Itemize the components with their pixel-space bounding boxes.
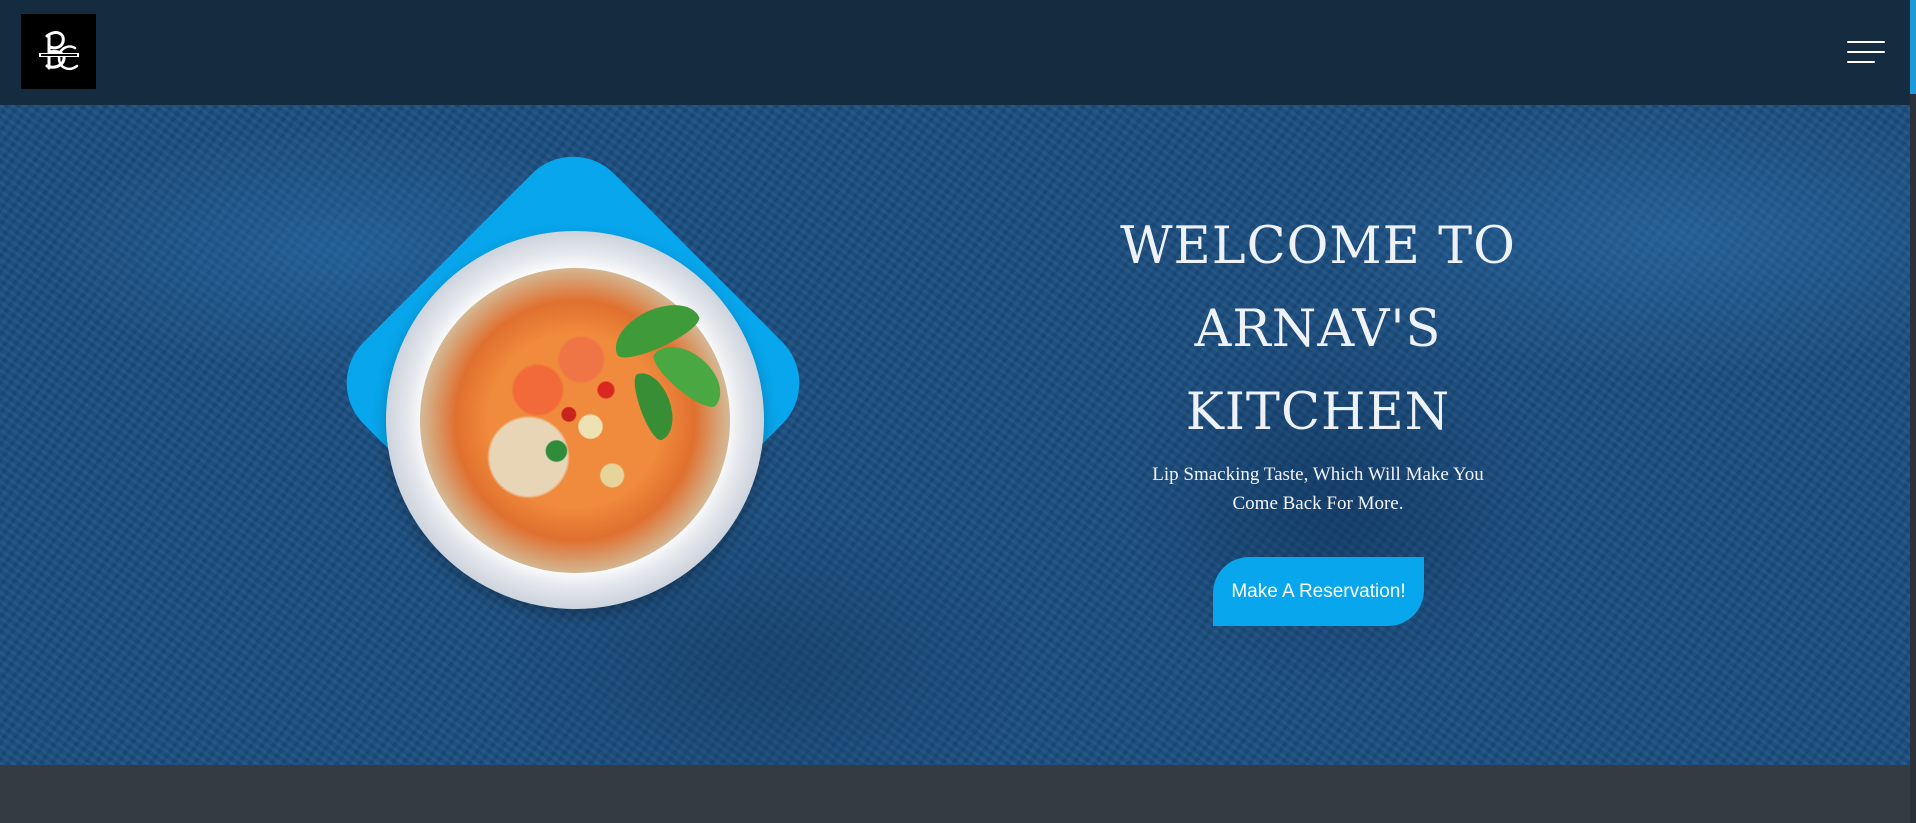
hero-tagline: Lip Smacking Taste, Which Will Make You … (1090, 460, 1546, 518)
hero-title: WELCOME TO ARNAV'S KITCHEN (1060, 205, 1576, 454)
hero-tagline-line-1: Lip Smacking Taste, Which Will Make You (1152, 464, 1484, 485)
scrollbar-thumb[interactable] (1910, 0, 1916, 94)
hero-title-line-2: ARNAV'S (1194, 300, 1442, 359)
scrollbar-track[interactable] (1910, 0, 1916, 823)
hamburger-menu-icon[interactable] (1847, 38, 1887, 66)
hero-title-line-3: KITCHEN (1185, 383, 1451, 442)
navbar (0, 0, 1910, 105)
hero-tagline-line-2: Come Back For More. (1232, 493, 1404, 514)
hero-section (0, 105, 1910, 765)
make-reservation-button[interactable]: Make A Reservation! (1213, 557, 1424, 626)
logo[interactable] (21, 14, 96, 89)
bc-monogram-logo-icon (38, 30, 79, 70)
hero-title-line-1: WELCOME TO (1120, 217, 1516, 276)
